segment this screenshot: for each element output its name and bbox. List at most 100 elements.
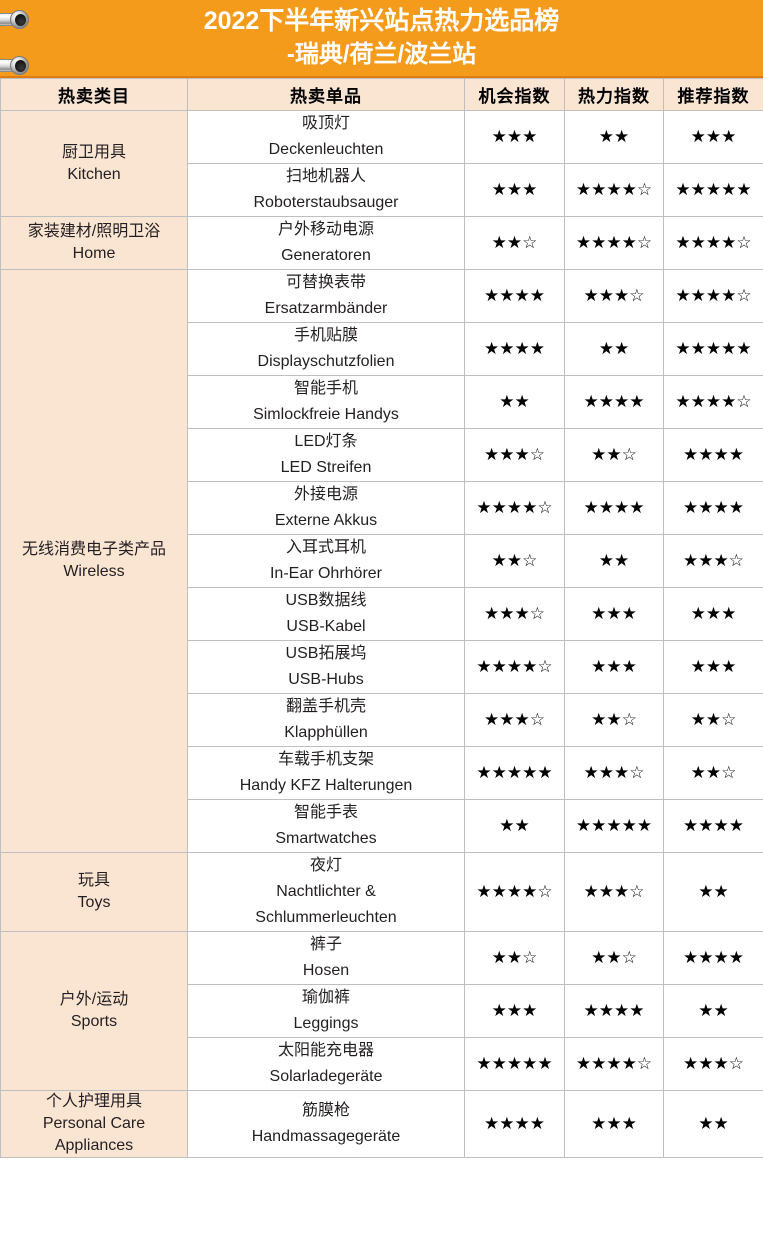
star-full-icon: ★	[529, 286, 545, 305]
star-full-icon: ★	[713, 1114, 729, 1133]
star-rating: ★★	[599, 127, 630, 147]
column-header-item: 热卖单品	[187, 78, 465, 111]
text-line: Hosen	[302, 962, 350, 979]
text-line: Nachtlichter &	[276, 883, 376, 900]
title-banner: 2022下半年新兴站点热力选品榜 -瑞典/荷兰/波兰站	[0, 0, 763, 78]
star-full-icon: ★	[698, 816, 714, 835]
star-full-icon: ★	[721, 233, 737, 252]
star-rating: ★★★★★	[576, 816, 652, 836]
item-cell: 太阳能充电器 Solarladegeräte	[187, 1037, 465, 1091]
star-full-icon: ★	[591, 657, 607, 676]
star-full-icon: ★	[698, 948, 714, 967]
star-full-icon: ★	[491, 498, 507, 517]
opportunity-index-cell: ★★★★★	[464, 746, 565, 800]
star-full-icon: ★	[683, 498, 699, 517]
star-full-icon: ★	[606, 948, 622, 967]
star-full-icon: ★	[598, 286, 614, 305]
star-full-icon: ★	[491, 882, 507, 901]
star-full-icon: ★	[522, 657, 538, 676]
star-rating: ★★★★	[683, 816, 744, 836]
star-rating: ★★☆	[691, 763, 737, 783]
category-cell: 户外/运动 Sports	[0, 931, 188, 1091]
star-full-icon: ★	[705, 233, 722, 252]
poster-title-line1: 2022下半年新兴站点热力选品榜	[203, 7, 560, 35]
star-hollow-icon: ☆	[728, 551, 744, 570]
star-full-icon: ★	[491, 180, 507, 199]
recommend-index-cell: ★★	[663, 984, 763, 1038]
star-full-icon: ★	[491, 551, 507, 570]
star-full-icon: ★	[621, 1054, 637, 1073]
table-row: 个人护理用具 Personal Care Appliances 筋膜枪 Handmass…	[0, 1090, 763, 1158]
star-full-icon: ★	[721, 657, 737, 676]
recommend-index-cell: ★★☆	[663, 746, 763, 800]
star-full-icon: ★	[683, 948, 699, 967]
star-rating: ★★★	[691, 604, 737, 624]
star-full-icon: ★	[575, 180, 592, 199]
star-full-icon: ★	[575, 816, 592, 835]
star-full-icon: ★	[522, 763, 538, 782]
star-rating: ★★★	[492, 180, 538, 200]
heat-index-cell: ★★★	[564, 1090, 664, 1158]
table-row: 无线消费电子类产品 Wireless 可替换表带 Ersatzarmbänder ★★★…	[0, 269, 763, 853]
star-full-icon: ★	[476, 882, 492, 901]
table-header: 热卖类目 热卖单品 机会指数 热力指数 推荐指数	[0, 78, 763, 111]
star-full-icon: ★	[705, 763, 722, 782]
heat-index-cell: ★★★☆	[564, 852, 664, 932]
star-full-icon: ★	[598, 498, 614, 517]
star-full-icon: ★	[690, 180, 706, 199]
star-full-icon: ★	[522, 882, 538, 901]
star-full-icon: ★	[491, 948, 507, 967]
table-row: 玩具 Toys 夜灯 Nachtlichter & Schlummerleuchten ★…	[0, 852, 763, 932]
star-rating: ★★★★☆	[576, 233, 652, 253]
item-label-cn: 入耳式耳机	[285, 539, 366, 556]
star-full-icon: ★	[705, 657, 722, 676]
text-line: Ersatzarmbänder	[264, 300, 388, 317]
star-full-icon: ★	[621, 657, 637, 676]
item-label-cn: 夜灯	[309, 857, 342, 874]
star-full-icon: ★	[606, 604, 622, 623]
star-full-icon: ★	[499, 286, 515, 305]
star-full-icon: ★	[713, 1054, 729, 1073]
star-full-icon: ★	[683, 445, 699, 464]
star-rating: ★★★☆	[484, 445, 545, 465]
heat-index-cell: ★★☆	[564, 428, 664, 482]
star-rating: ★★★★☆	[675, 286, 751, 306]
star-rating: ★★☆	[492, 233, 538, 253]
star-rating: ★★☆	[591, 948, 637, 968]
star-full-icon: ★	[705, 180, 722, 199]
star-full-icon: ★	[698, 1001, 714, 1020]
star-rating: ★★	[698, 1001, 729, 1021]
recommend-index-cell: ★★★★	[663, 799, 763, 853]
table-body: 厨卫用具 Kitchen 吸顶灯 Deckenleuchten ★★★ ★★ ★★★ 扫地机器…	[0, 110, 763, 1158]
text-line: LED Streifen	[280, 459, 372, 476]
star-full-icon: ★	[690, 127, 706, 146]
star-full-icon: ★	[675, 339, 691, 358]
heat-index-cell: ★★★★☆	[564, 1037, 664, 1091]
recommend-index-cell: ★★★☆	[663, 1037, 763, 1091]
star-full-icon: ★	[598, 551, 614, 570]
item-cell: 智能手机 Simlockfreie Handys	[187, 375, 465, 429]
item-label-cn: USB拓展坞	[285, 645, 367, 662]
heat-index-cell: ★★★★	[564, 375, 664, 429]
star-full-icon: ★	[476, 498, 492, 517]
recommend-index-cell: ★★★★★	[663, 163, 763, 217]
star-hollow-icon: ☆	[537, 657, 553, 676]
item-cell: 筋膜枪 Handmassagegeräte	[187, 1090, 465, 1158]
star-hollow-icon: ☆	[636, 233, 653, 252]
item-label-cn: 瑜伽裤	[301, 989, 350, 1006]
star-rating: ★★★★★	[476, 763, 552, 783]
star-full-icon: ★	[713, 498, 729, 517]
item-cell: 手机贴膜 Displayschutzfolien	[187, 322, 465, 376]
poster-title-line2: -瑞典/荷兰/波兰站	[286, 41, 477, 68]
star-rating: ★★★★	[484, 339, 545, 359]
star-full-icon: ★	[491, 127, 507, 146]
item-label-cn: LED灯条	[294, 433, 358, 450]
star-full-icon: ★	[514, 816, 530, 835]
text-line: Leggings	[293, 1015, 359, 1032]
star-full-icon: ★	[514, 710, 530, 729]
recommend-index-cell: ★★☆	[663, 693, 763, 747]
star-full-icon: ★	[606, 1054, 622, 1073]
star-full-icon: ★	[506, 498, 523, 517]
star-full-icon: ★	[698, 445, 714, 464]
star-full-icon: ★	[598, 882, 614, 901]
